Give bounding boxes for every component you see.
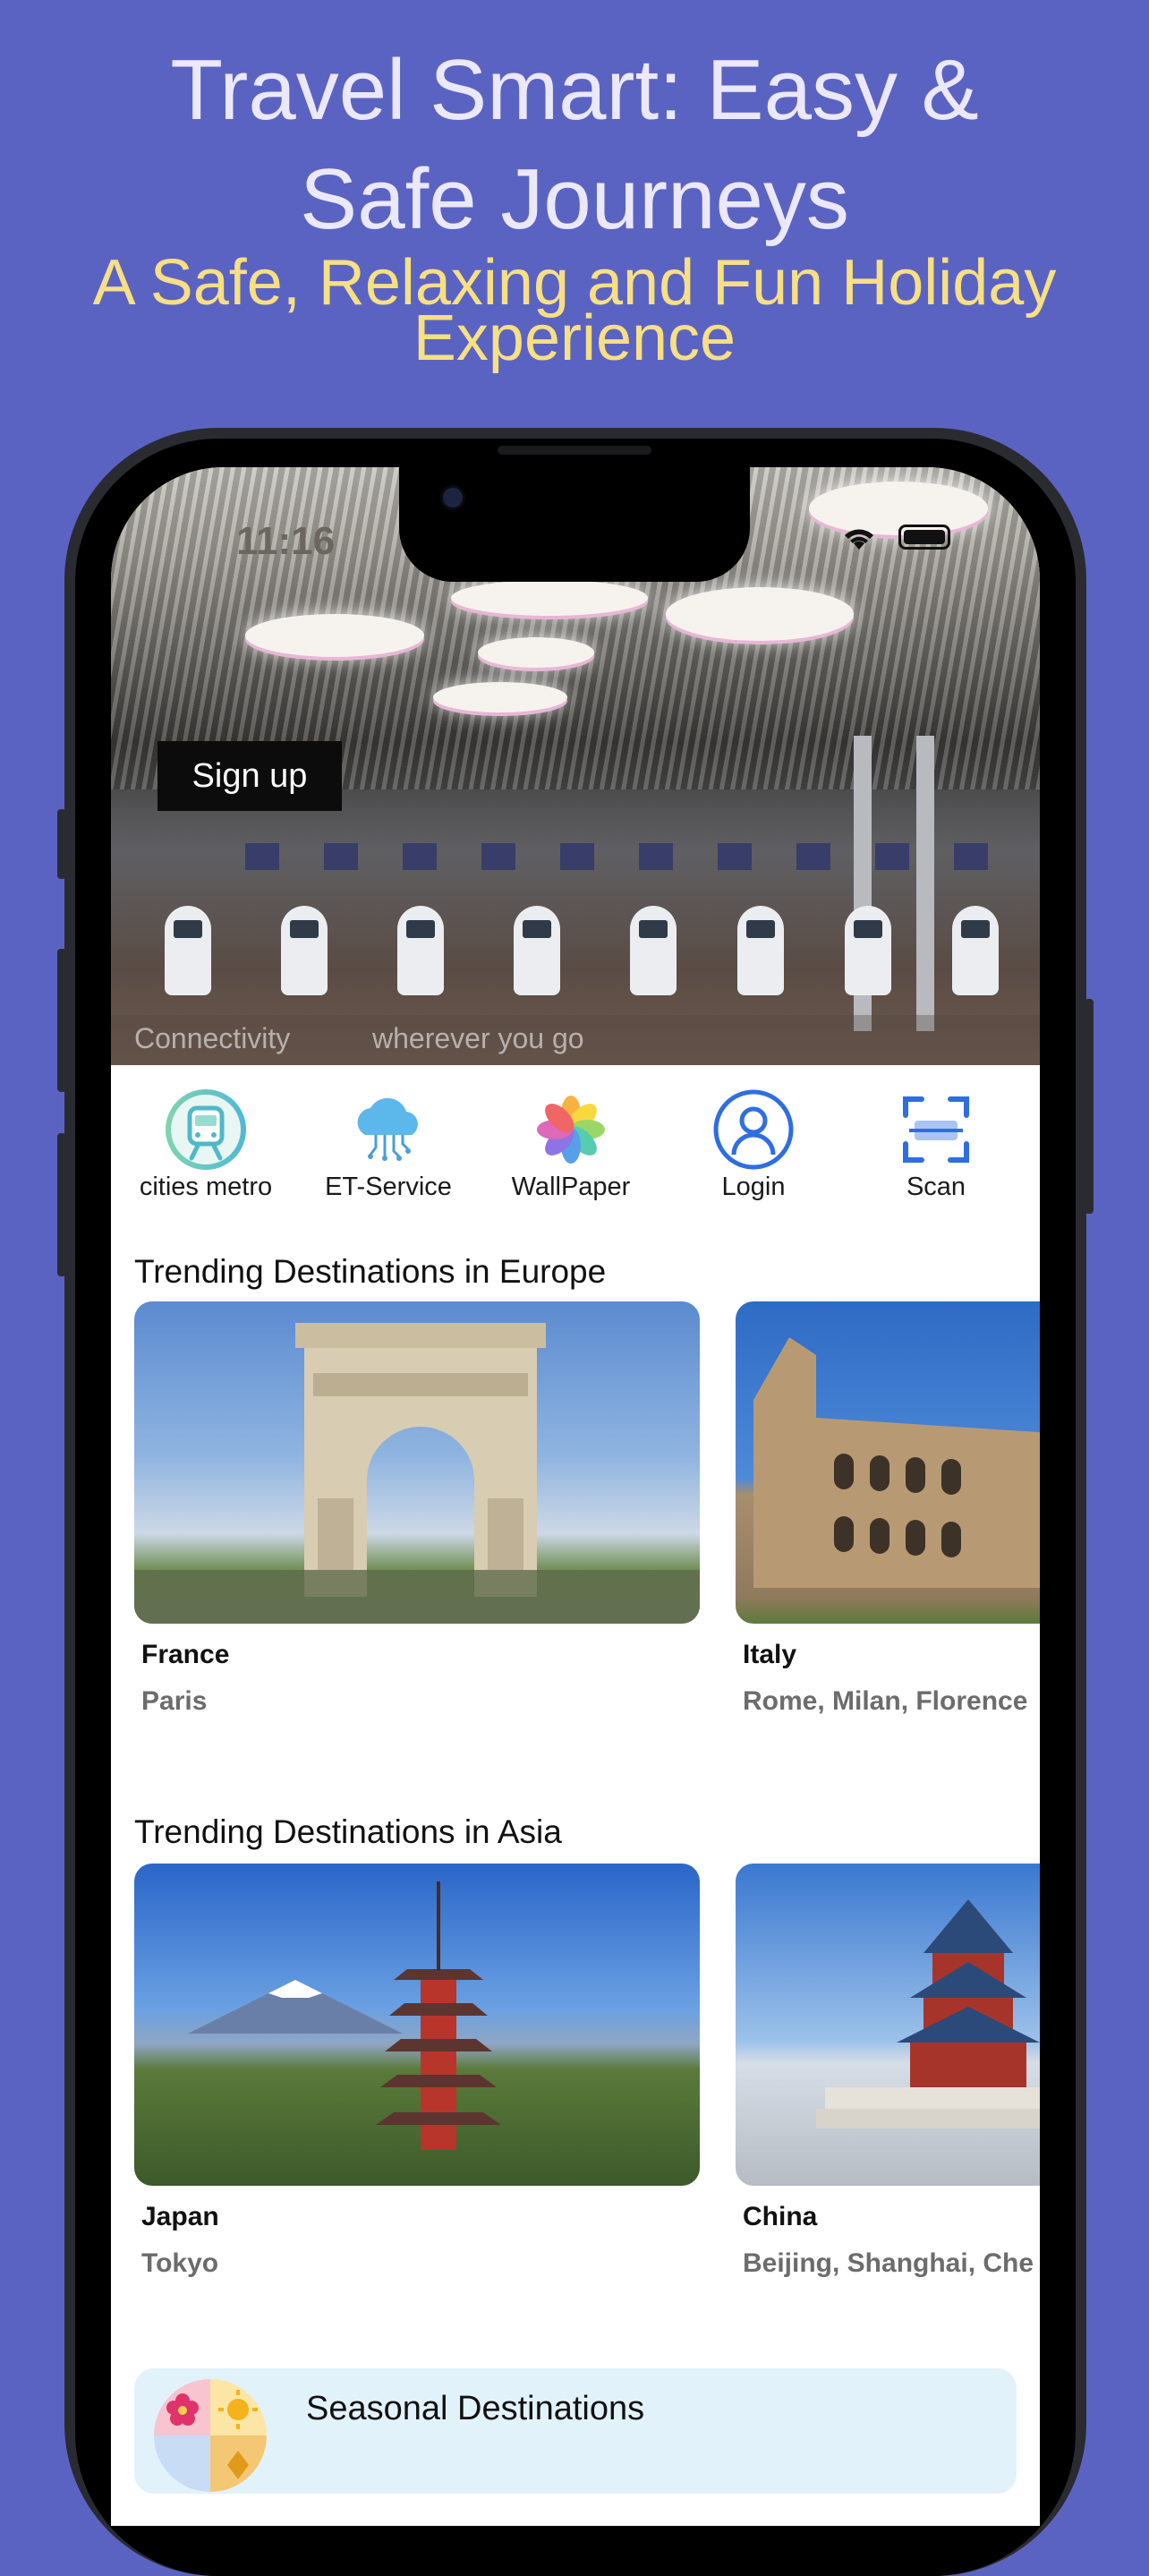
destination-cities: Beijing, Shanghai, Che	[743, 2248, 1034, 2278]
promo-subline: A Safe, Relaxing and Fun Holiday Experie…	[92, 247, 1057, 374]
photos-flower-icon	[528, 1087, 614, 1173]
action-wallpaper[interactable]: WallPaper	[481, 1087, 660, 1202]
volume-down-button	[57, 1133, 66, 1276]
arc-de-triomphe-image	[134, 1301, 700, 1624]
signup-button[interactable]: Sign up	[157, 741, 342, 811]
scan-icon	[893, 1087, 979, 1173]
departure-screens	[245, 843, 1033, 870]
destination-country: France	[141, 1640, 230, 1669]
ceiling-lamp	[245, 614, 424, 657]
battery-icon	[898, 525, 950, 550]
destination-country: China	[743, 2202, 818, 2231]
status-time: 11:16	[236, 519, 336, 563]
cloud-service-icon	[345, 1087, 431, 1173]
metro-train-icon	[163, 1087, 249, 1173]
destination-card-japan[interactable]: Japan Tokyo	[134, 1864, 700, 2279]
ceiling-lamp	[433, 682, 567, 712]
destination-card-china[interactable]: China Beijing, Shanghai, Che	[736, 1864, 1040, 2279]
promo-headline: Travel Smart: Easy & Safe Journeys	[170, 42, 979, 247]
action-cities-metro[interactable]: cities metro	[116, 1087, 295, 1202]
ceiling-lamp	[809, 482, 988, 535]
quick-actions: cities metro ET-Service WallPaper Login …	[111, 1087, 1040, 1221]
section-title-europe: Trending Destinations in Europe	[134, 1253, 607, 1290]
front-camera	[440, 485, 465, 510]
caption-left: Connectivity	[134, 1022, 291, 1054]
action-label: ET-Service	[325, 1173, 452, 1201]
volume-up-button	[57, 949, 66, 1092]
silent-switch	[57, 809, 66, 879]
temple-of-heaven-image	[736, 1864, 1040, 2186]
ceiling-lamp	[666, 587, 854, 641]
wifi-icon	[845, 529, 873, 550]
power-button	[1085, 999, 1094, 1214]
seasonal-label: Seasonal Destinations	[306, 2390, 645, 2427]
action-label: cities metro	[139, 1173, 273, 1201]
destination-cities: Rome, Milan, Florence	[743, 1686, 1028, 1716]
action-label: Login	[721, 1173, 786, 1201]
action-login[interactable]: Login	[664, 1087, 843, 1202]
ceiling-lamp	[451, 580, 648, 616]
ceiling-lamp	[478, 637, 594, 668]
seasonal-destinations-button[interactable]: Seasonal Destinations	[134, 2368, 1017, 2494]
app-screen: 11:16 Sign up Connectivity wherever you …	[111, 467, 1040, 2526]
chureito-pagoda-image	[134, 1864, 700, 2186]
destination-cities: Tokyo	[141, 2248, 219, 2278]
checkin-kiosks	[147, 897, 1006, 995]
speaker-grille	[498, 446, 651, 455]
colosseum-image	[736, 1301, 1040, 1624]
destination-cities: Paris	[141, 1686, 208, 1716]
action-scan[interactable]: Scan	[847, 1087, 1026, 1202]
action-et-service[interactable]: ET-Service	[299, 1087, 478, 1202]
destination-card-france[interactable]: France Paris	[134, 1301, 700, 1717]
user-login-icon	[711, 1087, 796, 1173]
destination-country: Italy	[743, 1640, 797, 1669]
destination-card-italy[interactable]: Italy Rome, Milan, Florence	[736, 1301, 1040, 1717]
seasons-icon	[154, 2379, 267, 2492]
caption-right: wherever you go	[372, 1022, 584, 1054]
destination-country: Japan	[141, 2202, 219, 2231]
action-label: WallPaper	[511, 1173, 631, 1201]
section-title-asia: Trending Destinations in Asia	[134, 1813, 562, 1850]
action-label: Scan	[906, 1173, 966, 1201]
hero-caption: Connectivity wherever you go	[111, 1015, 1040, 1065]
